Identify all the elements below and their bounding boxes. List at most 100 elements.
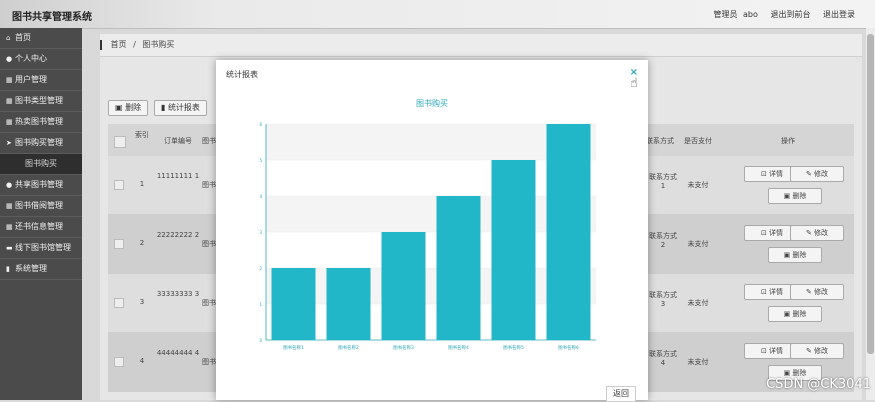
logout-link[interactable]: 退出登录	[823, 10, 855, 19]
cell-paid: 未支付	[687, 240, 709, 248]
sidebar: ⌂ 首页 ● 个人中心 ▦ 用户管理 ▦ 图书类型管理 ▦ 热卖图书管理 ➤ 图书购买管理 图书购买 ● 共…	[0, 28, 82, 400]
header-book: 图书	[202, 137, 216, 145]
cell-paid: 未支付	[687, 358, 709, 366]
delete-label: 删除	[792, 310, 807, 318]
detail-label: 详情	[769, 229, 784, 237]
header-index: 索引	[135, 131, 149, 139]
home-icon: ⌂	[6, 34, 11, 42]
sidebar-item-label: 用户管理	[15, 75, 47, 84]
breadcrumb: 首页 / 图书购买	[100, 34, 862, 57]
y-tick-label: 3	[259, 230, 262, 235]
pencil-icon: ✎	[805, 288, 815, 296]
sidebar-item-label: 共享图书管理	[15, 180, 63, 189]
cell-book: 图书	[202, 181, 216, 189]
sidebar-item-label: 个人中心	[15, 54, 47, 63]
sidebar-item-2[interactable]: ▦ 用户管理	[0, 70, 82, 91]
header-order-no: 订单编号	[164, 137, 192, 145]
detail-icon: ⊡	[760, 229, 770, 237]
cell-book: 图书	[202, 240, 216, 248]
breadcrumb-current: 图书购买	[142, 40, 175, 49]
sidebar-item-label: 图书购买	[25, 159, 57, 168]
detail-label: 详情	[769, 288, 784, 296]
sidebar-item-8[interactable]: ▦ 图书借阅管理	[0, 196, 82, 217]
sidebar-item-1[interactable]: ● 个人中心	[0, 49, 82, 70]
user-name: abo	[743, 10, 758, 19]
cell-contact: 联系方式 3	[649, 291, 677, 308]
sidebar-item-3[interactable]: ▦ 图书类型管理	[0, 91, 82, 112]
edit-button[interactable]: ✎ 修改	[790, 284, 844, 300]
bar-5	[546, 124, 591, 340]
sidebar-item-5[interactable]: ➤ 图书购买管理	[0, 133, 82, 154]
x-tick-label: 图书名称4	[448, 344, 469, 351]
breadcrumb-sep: /	[133, 40, 136, 49]
cell-contact: 联系方式 2	[649, 232, 677, 249]
grid-icon: ▦	[6, 76, 13, 84]
grid-icon: ▦	[6, 118, 13, 126]
cell-order-no: 44444444 4	[156, 349, 200, 357]
y-tick-label: 2	[259, 266, 262, 271]
toolbar: ▣ 删除 ▮ 统计报表	[108, 100, 210, 116]
sidebar-item-4[interactable]: ▦ 热卖图书管理	[0, 112, 82, 133]
bar-4	[491, 160, 536, 340]
x-tick-label: 图书名称6	[558, 344, 579, 351]
detail-icon: ⊡	[760, 288, 770, 296]
cell-contact: 联系方式 4	[649, 350, 677, 367]
row-delete-button[interactable]: ▣ 删除	[768, 306, 822, 322]
cell-index: 3	[139, 298, 145, 306]
detail-icon: ⊡	[760, 170, 770, 178]
sidebar-item-label: 还书信息管理	[15, 222, 63, 231]
y-tick-label: 4	[259, 194, 262, 199]
bar-0	[271, 268, 316, 340]
row-checkbox[interactable]	[114, 298, 124, 308]
breadcrumb-home[interactable]: 首页	[111, 40, 127, 49]
sidebar-item-0[interactable]: ⌂ 首页	[0, 28, 82, 49]
trash-icon: ▣	[115, 103, 126, 112]
sidebar-item-label: 热卖图书管理	[15, 117, 63, 126]
delete-label: 删除	[792, 251, 807, 259]
row-delete-button[interactable]: ▣ 删除	[768, 188, 822, 204]
sidebar-item-label: 图书借阅管理	[15, 201, 63, 210]
pencil-icon: ✎	[805, 170, 815, 178]
scrollbar-thumb[interactable]	[867, 34, 874, 354]
app-title: 图书共享管理系统	[12, 12, 92, 23]
cell-contact: 联系方式 1	[649, 173, 677, 190]
sidebar-item-label: 系统管理	[15, 264, 47, 273]
row-checkbox[interactable]	[114, 357, 124, 367]
edit-button[interactable]: ✎ 修改	[790, 343, 844, 359]
row-delete-button[interactable]: ▣ 删除	[768, 247, 822, 263]
bar-1	[326, 268, 371, 340]
select-all-checkbox[interactable]	[114, 136, 126, 148]
sidebar-item-6[interactable]: 图书购买	[0, 154, 82, 175]
x-tick-label: 图书名称5	[503, 344, 524, 351]
row-checkbox[interactable]	[114, 180, 124, 190]
cell-book: 图书	[202, 299, 216, 307]
breadcrumb-bar	[100, 39, 102, 50]
header-ops: 操作	[781, 137, 795, 145]
edit-label: 修改	[814, 347, 829, 355]
bar-3	[436, 196, 481, 340]
row-checkbox[interactable]	[114, 239, 124, 249]
bar-2	[381, 232, 426, 340]
delete-label: 删除	[792, 369, 807, 377]
send-icon: ➤	[6, 139, 12, 147]
sidebar-item-10[interactable]: ▬ 线下图书馆管理	[0, 238, 82, 259]
monitor-icon: ▬	[6, 244, 13, 252]
cell-index: 2	[139, 239, 145, 247]
sidebar-item-7[interactable]: ● 共享图书管理	[0, 175, 82, 196]
top-bar: 图书共享管理系统 管理员 abo 退出到前台 退出登录	[0, 0, 875, 29]
edit-label: 修改	[814, 229, 829, 237]
edit-button[interactable]: ✎ 修改	[790, 166, 844, 182]
detail-icon: ⊡	[760, 347, 770, 355]
cell-paid: 未支付	[687, 299, 709, 307]
delete-button[interactable]: ▣ 删除	[108, 100, 149, 116]
sidebar-item-9[interactable]: ▦ 还书信息管理	[0, 217, 82, 238]
y-tick-label: 1	[259, 302, 262, 307]
report-button[interactable]: ▮ 统计报表	[153, 100, 207, 116]
user-role: 管理员	[713, 10, 738, 19]
cell-paid: 未支付	[687, 181, 709, 189]
chart-icon: ▮	[6, 265, 10, 273]
sidebar-item-11[interactable]: ▮ 系统管理	[0, 259, 82, 280]
back-to-front-link[interactable]: 退出到前台	[770, 10, 810, 19]
edit-button[interactable]: ✎ 修改	[790, 225, 844, 241]
user-icon: ●	[6, 181, 13, 189]
